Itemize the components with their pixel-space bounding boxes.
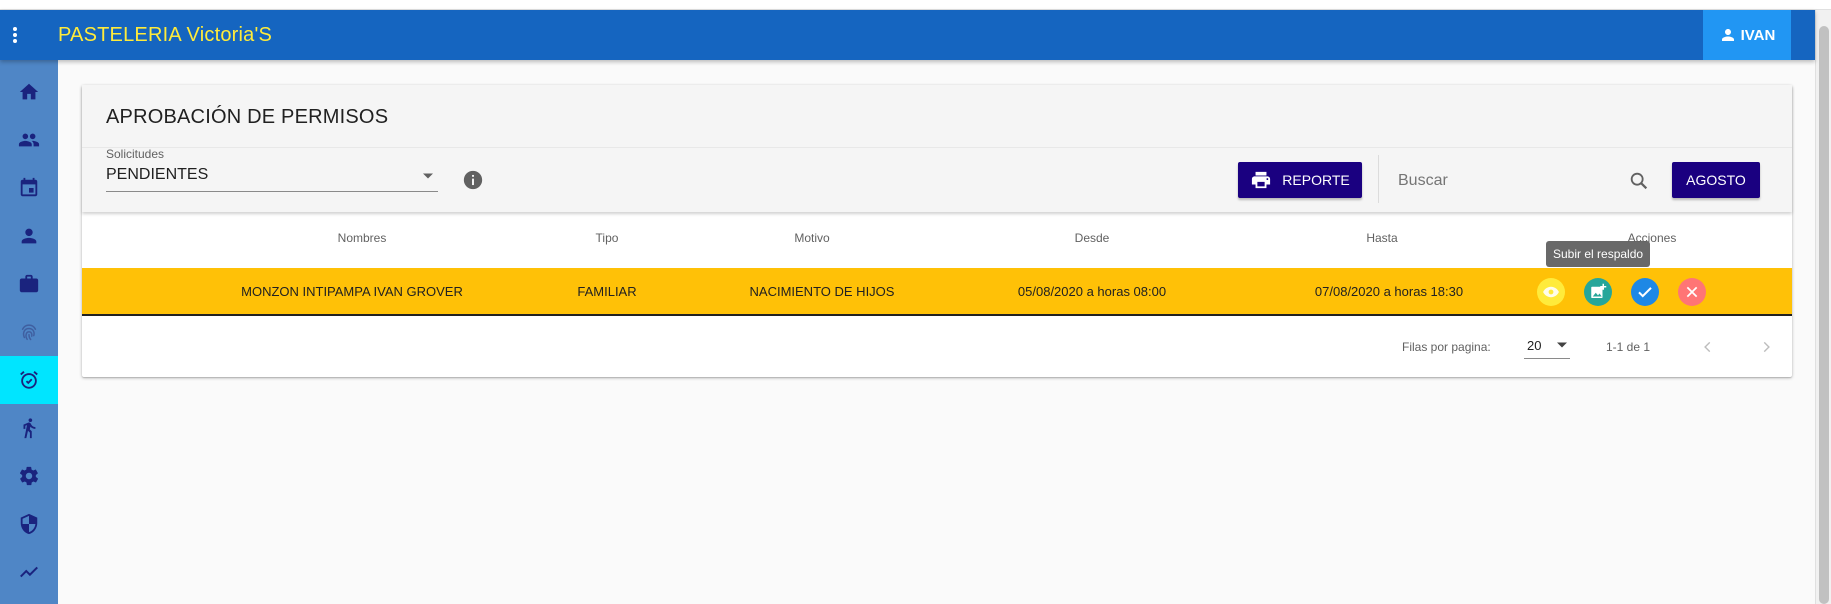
alarm-icon <box>20 371 38 389</box>
rows-per-page-value: 20 <box>1527 338 1542 353</box>
reject-button[interactable] <box>1678 278 1706 306</box>
more-menu-button[interactable] <box>0 10 30 60</box>
print-icon <box>1252 171 1271 189</box>
fingerprint-icon <box>21 324 37 341</box>
table-row[interactable]: MONZON INTIPAMPA IVAN GROVER FAMILIAR NA… <box>82 268 1792 316</box>
page-title: APROBACIÓN DE PERMISOS <box>106 106 389 128</box>
app-title: PASTELERIA Victoria'S <box>58 24 273 46</box>
user-name: IVAN <box>1740 26 1776 44</box>
user-menu-button[interactable]: IVAN <box>1703 10 1791 60</box>
home-icon <box>19 83 39 100</box>
cell-desde: 05/08/2020 a horas 08:00 <box>1017 284 1167 299</box>
cell-motivo: NACIMIENTO DE HIJOS <box>749 284 895 299</box>
approve-button[interactable] <box>1631 278 1659 306</box>
column-header-desde[interactable]: Desde <box>962 231 1222 245</box>
upload-backup-button[interactable] <box>1584 278 1612 306</box>
shield-icon <box>20 513 38 535</box>
dropdown-arrow-icon <box>1557 342 1567 348</box>
cell-tipo: FAMILIAR <box>577 284 637 299</box>
sidebar-item-person[interactable] <box>0 212 58 260</box>
dropdown-arrow-icon <box>423 173 433 179</box>
sidebar-item-home[interactable] <box>0 68 58 116</box>
gear-icon <box>19 466 39 486</box>
report-button[interactable]: REPORTE <box>1238 162 1362 198</box>
card-header: APROBACIÓN DE PERMISOS Solicitudes PENDI… <box>82 85 1792 212</box>
chevron-right-icon <box>1763 341 1770 353</box>
cell-hasta: 07/08/2020 a horas 18:30 <box>1314 284 1464 299</box>
chevron-left-icon <box>1704 341 1711 353</box>
search-input[interactable] <box>1398 169 1608 193</box>
check-icon <box>1638 287 1652 298</box>
column-header-motivo[interactable]: Motivo <box>692 231 932 245</box>
permissions-card: APROBACIÓN DE PERMISOS Solicitudes PENDI… <box>82 85 1792 377</box>
cell-nombres: MONZON INTIPAMPA IVAN GROVER <box>241 284 463 299</box>
more-vert-icon <box>13 27 17 43</box>
page-scrollbar[interactable] <box>1815 10 1831 604</box>
people-icon <box>18 133 40 147</box>
sidebar-item-fingerprint[interactable] <box>0 308 58 356</box>
trending-icon <box>20 566 38 578</box>
person-icon <box>1721 29 1734 41</box>
sidebar-item-permissions[interactable] <box>0 356 58 404</box>
sidebar-item-security[interactable] <box>0 500 58 548</box>
view-button[interactable] <box>1537 278 1565 306</box>
rows-per-page-select[interactable]: 20 <box>1524 333 1570 359</box>
sidebar-item-work[interactable] <box>0 260 58 308</box>
sidebar-item-calendar[interactable] <box>0 164 58 212</box>
header-divider <box>82 147 1792 148</box>
action-tooltip: Subir el respaldo <box>1546 241 1651 267</box>
pagination-range: 1-1 de 1 <box>1606 340 1651 354</box>
column-header-hasta[interactable]: Hasta <box>1252 231 1512 245</box>
next-page-button[interactable] <box>1752 333 1780 361</box>
running-icon <box>23 418 36 439</box>
month-button[interactable]: AGOSTO <box>1672 162 1760 198</box>
app-bar: PASTELERIA Victoria'S IVAN <box>0 10 1815 60</box>
eye-icon <box>1543 286 1559 298</box>
requests-select-label: Solicitudes <box>106 147 165 161</box>
previous-page-button[interactable] <box>1694 333 1722 361</box>
info-icon[interactable] <box>462 169 484 191</box>
sidebar-item-people[interactable] <box>0 116 58 164</box>
report-button-label: REPORTE <box>1282 172 1350 188</box>
rows-per-page-label: Filas por pagina: <box>1402 340 1491 354</box>
sidebar-item-settings[interactable] <box>0 452 58 500</box>
month-button-label: AGOSTO <box>1686 172 1746 188</box>
requests-select[interactable]: PENDIENTES <box>106 164 438 192</box>
sidebar-item-running[interactable] <box>0 404 58 452</box>
calendar-icon <box>20 177 38 197</box>
column-header-tipo[interactable]: Tipo <box>532 231 682 245</box>
toolbar-divider <box>1378 155 1379 203</box>
requests-select-value: PENDIENTES <box>106 166 209 183</box>
sidebar <box>0 60 58 604</box>
search-icon[interactable] <box>1628 170 1650 192</box>
browser-top-strip <box>0 0 1831 10</box>
scrollbar-thumb[interactable] <box>1819 26 1829 604</box>
briefcase-icon <box>19 274 39 293</box>
close-icon <box>1686 286 1698 298</box>
person-icon <box>21 228 37 244</box>
add-photo-icon <box>1591 283 1607 298</box>
sidebar-item-reports[interactable] <box>0 548 58 596</box>
column-header-nombres[interactable]: Nombres <box>252 231 472 245</box>
